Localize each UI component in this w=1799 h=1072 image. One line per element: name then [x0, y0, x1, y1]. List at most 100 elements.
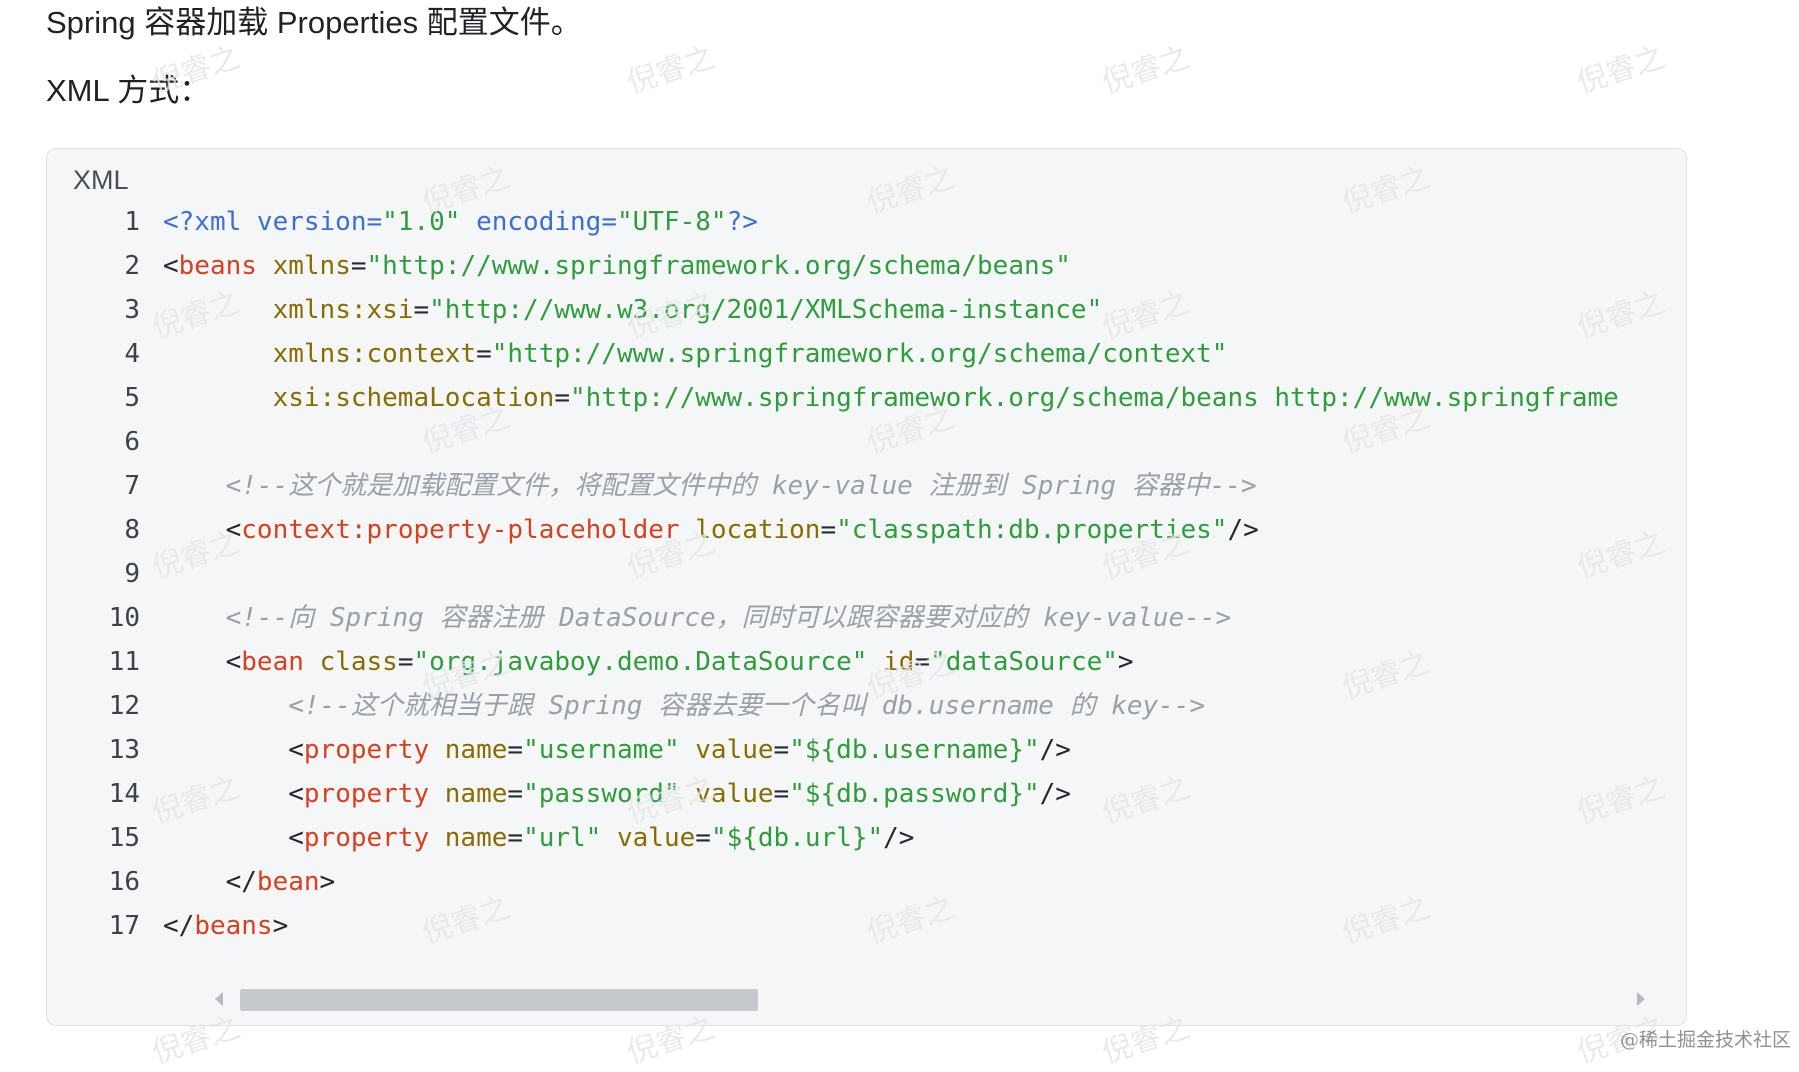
code-line: 7 <!--这个就是加载配置文件，将配置文件中的 key-value 注册到 S… [47, 464, 1647, 508]
code-token: = [554, 383, 570, 413]
code-token: /> [1227, 515, 1259, 545]
line-number: 9 [124, 559, 140, 589]
code-token: = [413, 295, 430, 325]
code-line: 16 </bean> [47, 860, 1647, 904]
code-token: = [773, 735, 790, 765]
line-code: xmlns:xsi="http://www.w3.org/2001/XMLSch… [163, 288, 1103, 332]
code-token: name [444, 823, 508, 853]
code-block: XML 1 <?xml version="1.0" encoding="UTF-8… [46, 148, 1687, 1026]
code-token: <!--这个就相当于跟 Spring 容器去要一个名叫 db.username … [288, 691, 1206, 721]
code-token: = [507, 735, 524, 765]
code-token: xmlns:context [272, 339, 477, 369]
code-token: </ [163, 867, 257, 897]
code-token: value [695, 779, 774, 809]
line-code: <!--这个就是加载配置文件，将配置文件中的 key-value 注册到 Spr… [163, 464, 1257, 508]
code-token: value [617, 823, 696, 853]
line-number: 5 [124, 383, 140, 413]
code-line: 13 <property name="username" value="${db… [47, 728, 1647, 772]
code-token: = [476, 339, 492, 369]
code-token: = [914, 647, 931, 677]
code-token: "${db.url}" [710, 823, 884, 853]
line-code: <!--向 Spring 容器注册 DataSource，同时可以跟容器要对应的… [163, 596, 1232, 640]
code-token: < [163, 823, 304, 853]
code-token: "${db.username}" [789, 735, 1040, 765]
code-token: beans [194, 911, 273, 940]
code-token: <!--向 Spring 容器注册 DataSource，同时可以跟容器要对应的… [225, 603, 1232, 633]
code-token: beans [178, 251, 257, 281]
code-content[interactable]: 1 <?xml version="1.0" encoding="UTF-8"?> 2… [47, 200, 1647, 940]
code-token: bean [256, 867, 320, 897]
code-line: 3 xmlns:xsi="http://www.w3.org/2001/XMLS… [47, 288, 1647, 332]
code-line: 10 <!--向 Spring 容器注册 DataSource，同时可以跟容器要… [47, 596, 1647, 640]
code-token: "dataSource" [930, 647, 1118, 677]
code-token: < [163, 647, 242, 677]
scroll-right-arrow-icon[interactable] [1637, 992, 1645, 1006]
code-token: class [319, 647, 398, 677]
line-number: 6 [124, 427, 140, 457]
code-token: < [163, 515, 242, 545]
code-token: xmlns:xsi [272, 295, 414, 325]
code-token: > [319, 867, 336, 897]
line-number: 14 [108, 779, 140, 809]
scroll-left-arrow-icon[interactable] [215, 992, 223, 1006]
code-token: > [1117, 647, 1134, 677]
code-token: value [695, 735, 774, 765]
code-token: = [507, 823, 524, 853]
code-line: 6 [47, 420, 1647, 464]
line-number: 13 [108, 735, 140, 765]
code-token: "http://www.w3.org/2001/XMLSchema-instan… [429, 295, 1103, 325]
watermark: 倪睿之 [1097, 39, 1195, 101]
code-token: "org.javaboy.demo.DataSource" [413, 647, 868, 677]
code-line: 11 <bean class="org.javaboy.demo.DataSou… [47, 640, 1647, 684]
line-code: </beans> [163, 904, 288, 940]
line-number: 2 [124, 251, 140, 281]
section-heading-xml: XML 方式： [46, 73, 211, 108]
code-language-label: XML [73, 165, 129, 195]
line-number: 4 [124, 339, 140, 369]
code-token: = [773, 779, 790, 809]
code-line: 4 xmlns:context="http://www.springframew… [47, 332, 1647, 376]
line-code: <?xml version="1.0" encoding="UTF-8"?> [163, 200, 758, 244]
watermark: 倪睿之 [1572, 39, 1670, 101]
scrollbar-thumb[interactable] [240, 989, 758, 1011]
line-number: 12 [108, 691, 140, 721]
horizontal-scrollbar[interactable] [167, 989, 1686, 1013]
code-token: /> [1039, 779, 1071, 809]
line-number: 3 [124, 295, 140, 325]
code-token: = [820, 515, 837, 545]
code-line: 12 <!--这个就相当于跟 Spring 容器去要一个名叫 db.userna… [47, 684, 1647, 728]
code-token: = [397, 647, 414, 677]
code-line: 9 [47, 552, 1647, 596]
code-token: /> [883, 823, 915, 853]
code-token: "UTF-8" [616, 207, 727, 237]
line-code: <context:property-placeholder location="… [163, 508, 1259, 552]
line-code: <property name="url" value="${db.url}"/> [163, 816, 914, 860]
code-token: > [272, 911, 289, 940]
code-token: xmlns [272, 251, 351, 281]
line-number: 7 [124, 471, 140, 501]
code-token: "1.0" [382, 207, 461, 237]
line-number: 11 [108, 647, 140, 677]
line-code: </bean> [163, 860, 336, 904]
site-credit: @稀土掘金技术社区 [1619, 1029, 1791, 1051]
code-line: 2 <beans xmlns="http://www.springframewor… [47, 244, 1647, 288]
line-number: 17 [108, 911, 140, 940]
line-code: <beans xmlns="http://www.springframework… [163, 244, 1071, 288]
intro-text: Spring 容器加载 Properties 配置文件。 [46, 5, 582, 40]
code-token: "username" [523, 735, 680, 765]
code-token: bean [241, 647, 304, 677]
code-token: </ [163, 911, 195, 940]
line-number: 8 [124, 515, 140, 545]
code-token: < [163, 735, 304, 765]
line-code: xsi:schemaLocation="http://www.springfra… [163, 376, 1619, 420]
